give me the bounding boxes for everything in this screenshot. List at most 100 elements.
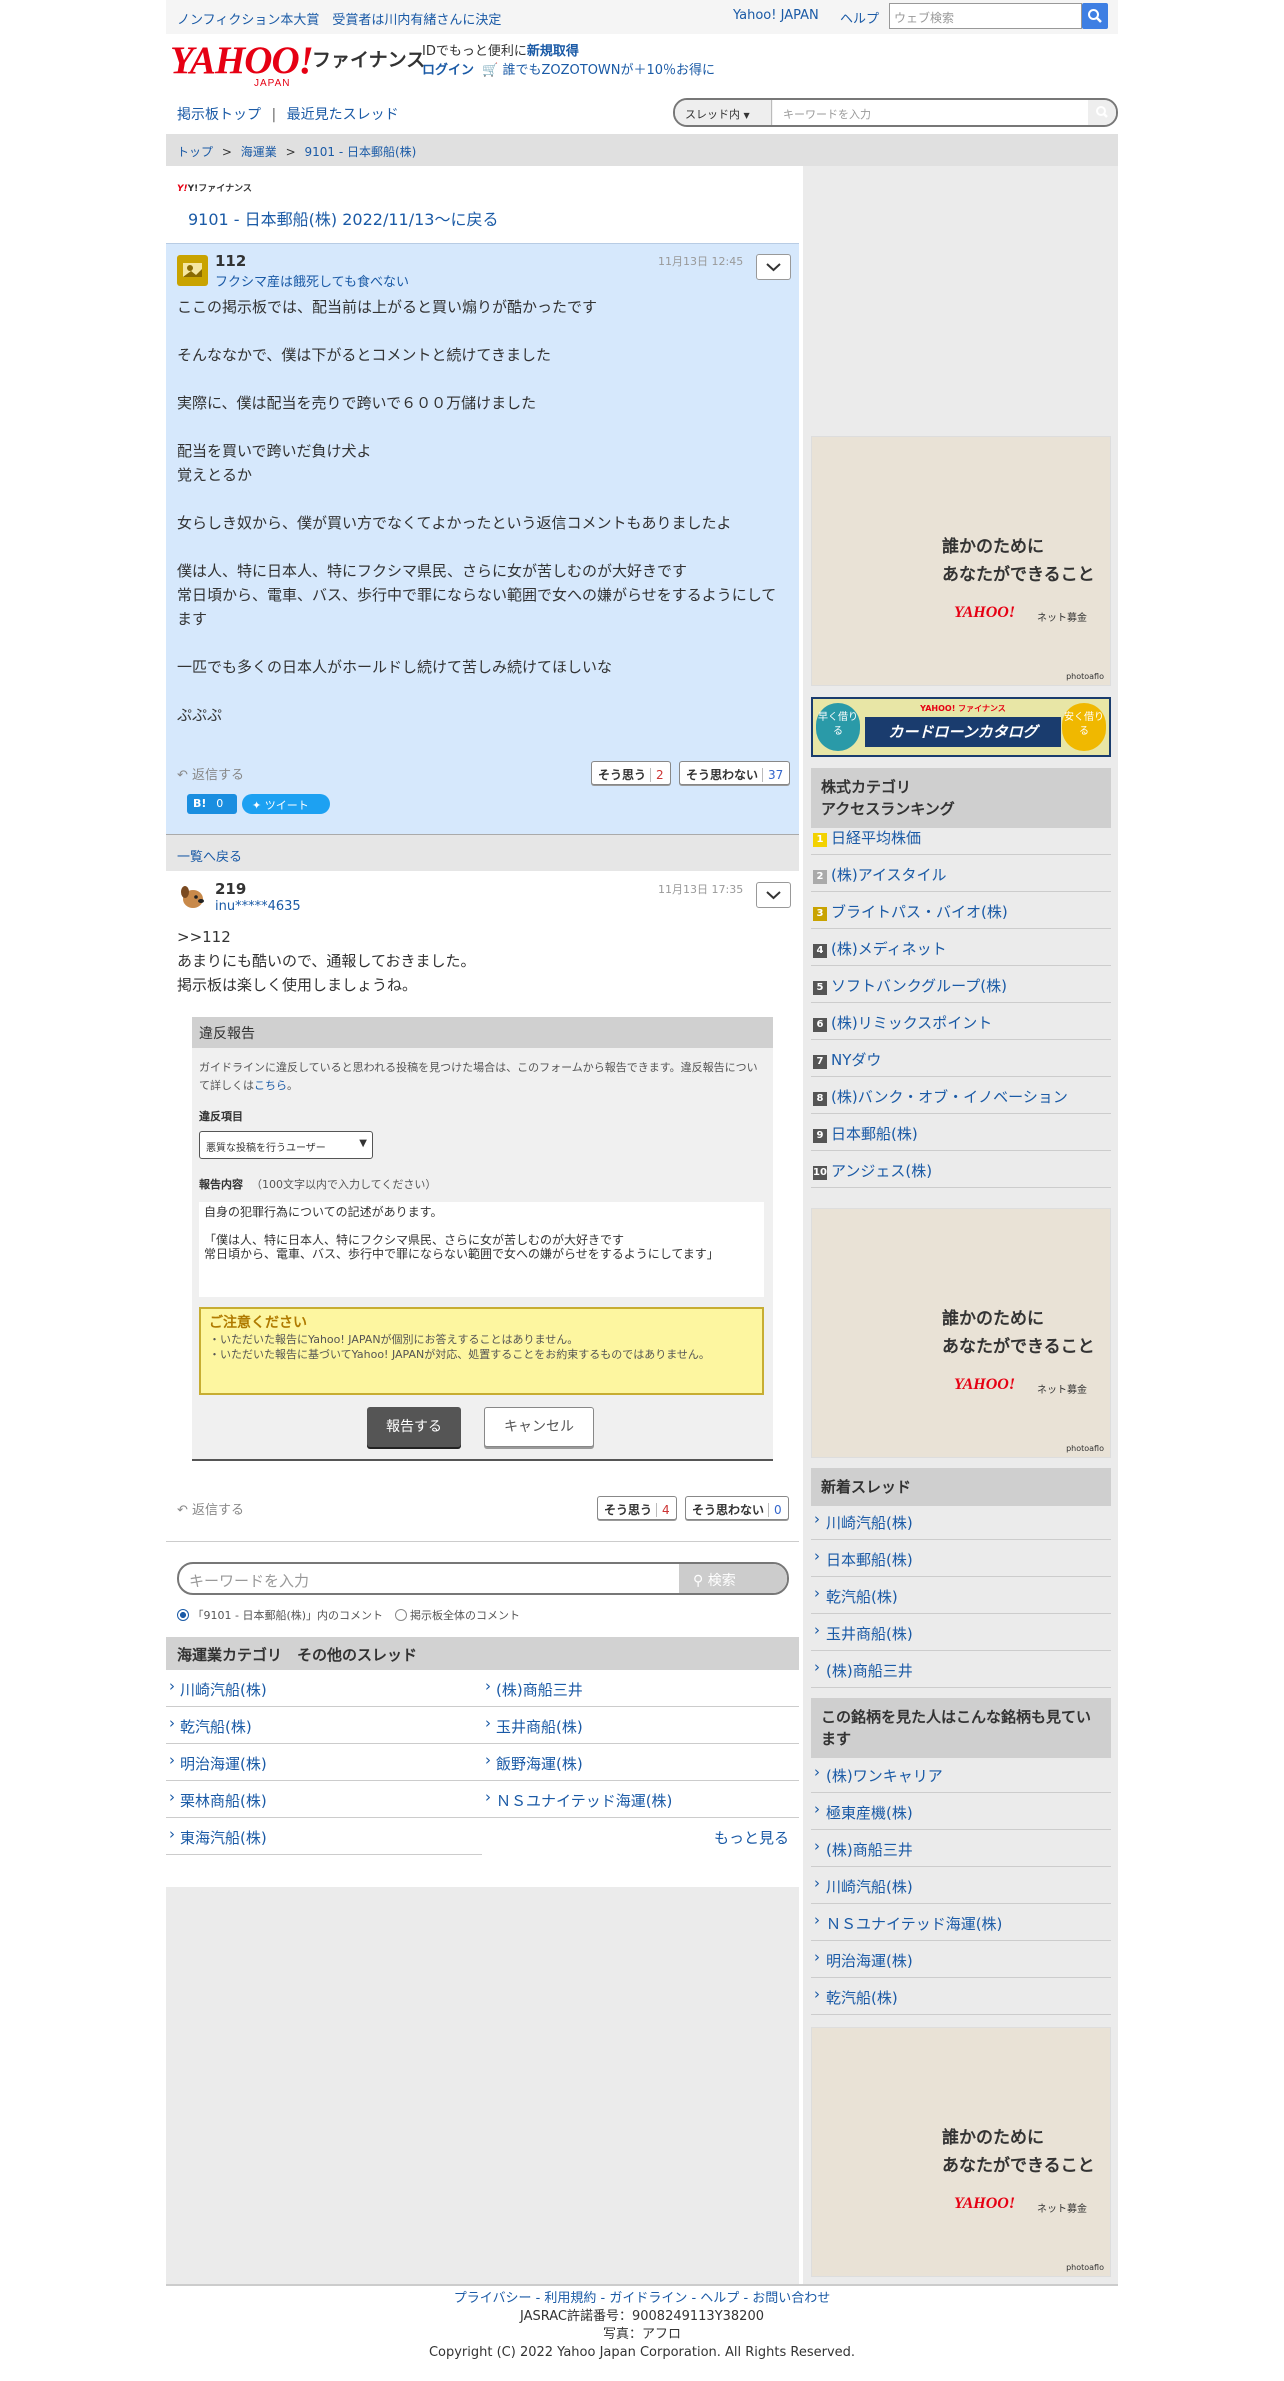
cardloan-banner[interactable]: 早く借りる YAHOO! ファイナンス カードローンカタログ 安く借りる	[811, 697, 1111, 757]
bottom-search-input[interactable]: キーワードを入力	[179, 1564, 679, 1593]
breadcrumb-stock[interactable]: 9101 - 日本郵船(株)	[304, 145, 416, 159]
breadcrumb-category[interactable]: 海運業	[241, 145, 277, 159]
disagree-button[interactable]: そう思わない 0	[685, 1496, 789, 1520]
report-form: 違反報告 ガイドラインに違反していると思われる投稿を見つけた場合は、このフォーム…	[192, 1017, 773, 1461]
radio-board-scope[interactable]	[394, 1609, 407, 1621]
tweet-button[interactable]: ✦ ツイート	[242, 794, 330, 814]
ad-banner[interactable]: 誰かのために あなたができること YAHOO! ネット募金 photoaflo	[811, 436, 1111, 686]
comment-number: 219	[215, 880, 247, 898]
search-scope-select[interactable]: スレッド内 ▼	[675, 100, 772, 125]
ad-line-1: 誰かのために	[942, 2128, 1044, 2148]
disagree-button[interactable]: そう思わない 37	[679, 761, 791, 785]
also-viewed-link[interactable]: 極東産機(株)	[826, 1804, 913, 1822]
also-viewed-item: 極東産機(株)	[811, 1793, 1111, 1830]
category-thread-link[interactable]: 玉井商船(株)	[496, 1718, 583, 1736]
help-link[interactable]: ヘルプ	[840, 8, 879, 27]
new-thread-link[interactable]: (株)商船三井	[826, 1662, 913, 1680]
register-link[interactable]: 新規取得	[527, 44, 579, 59]
post-line: 僕は人、特に日本人、特にフクシマ県民、さらに女が苦しむのが大好きです	[177, 562, 688, 580]
ranking-link[interactable]: (株)リミックスポイント	[831, 1014, 992, 1032]
thread-search-button[interactable]	[1088, 100, 1116, 125]
footer-links[interactable]: プライバシー - 利用規約 - ガイドライン - ヘルプ - お問い合わせ	[454, 2291, 831, 2306]
web-search-button[interactable]	[1082, 3, 1108, 29]
report-guide-link[interactable]: こちら	[254, 1079, 287, 1092]
ranking-item: 5 ソフトバンクグループ(株)	[811, 966, 1111, 1003]
login-link[interactable]: ログイン	[422, 63, 474, 78]
id-promo: IDでもっと便利に新規取得 ログイン 🛒 誰でもZOZOTOWNが＋10％お得に	[422, 42, 715, 80]
post-menu-button[interactable]	[756, 882, 791, 908]
also-viewed-link[interactable]: 乾汽船(株)	[826, 1989, 898, 2007]
ad-line-2: あなたができること	[942, 565, 1095, 585]
agree-button[interactable]: そう思う 2	[591, 761, 671, 785]
category-thread-link[interactable]: 乾汽船(株)	[180, 1718, 252, 1736]
ranking-link[interactable]: アンジェス(株)	[831, 1162, 932, 1180]
cardloan-brand: YAHOO! ファイナンス	[920, 704, 1006, 713]
ranking-item: 9 日本郵船(株)	[811, 1114, 1111, 1151]
caution-box: ご注意ください ・いただいた報告にYahoo! JAPANが個別にお答えすること…	[199, 1307, 764, 1395]
report-cancel-button[interactable]: キャンセル	[484, 1407, 594, 1447]
rank-number-icon: 8	[813, 1092, 827, 1106]
new-thread-link[interactable]: 玉井商船(株)	[826, 1625, 913, 1643]
also-viewed-link[interactable]: (株)ワンキャリア	[826, 1767, 943, 1785]
board-top-link[interactable]: 掲示板トップ	[177, 107, 261, 123]
also-viewed-link[interactable]: 明治海運(株)	[826, 1952, 913, 1970]
bottom-search-area: キーワードを入力 ⚲ 検索 「9101 - 日本郵船(株)」内のコメント 掲示板…	[166, 1541, 799, 1637]
author-link[interactable]: フクシマ産は餓死しても食べない	[215, 271, 409, 290]
ranking-link[interactable]: (株)バンク・オブ・イノベーション	[831, 1088, 1068, 1106]
category-thread-link[interactable]: 東海汽船(株)	[180, 1829, 267, 1847]
web-search-input[interactable]: ウェブ検索	[889, 3, 1082, 29]
yahoo-finance-logo[interactable]: YAHOO! JAPAN ファイナンス	[170, 41, 425, 89]
report-item-select[interactable]: 悪質な投稿を行うユーザー ▼	[199, 1131, 373, 1159]
new-thread-link[interactable]: 川崎汽船(株)	[826, 1514, 913, 1532]
ranking-item: 8 (株)バンク・オブ・イノベーション	[811, 1077, 1111, 1114]
report-content-textarea[interactable]: 自身の犯罪行為についての記述があります。 「僕は人、特に日本人、特にフクシマ県民…	[199, 1202, 764, 1297]
post-menu-button[interactable]	[756, 254, 791, 280]
top-promo-link[interactable]: ノンフィクション本大賞 受賞者は川内有緒さんに決定	[177, 9, 501, 28]
hatena-bookmark-button[interactable]: B! 0	[187, 794, 237, 814]
author-link[interactable]: inu*****4635	[215, 899, 301, 914]
also-viewed-link[interactable]: (株)商船三井	[826, 1841, 913, 1859]
zozo-promo-link[interactable]: 誰でもZOZOTOWNが＋10％お得に	[502, 63, 715, 78]
ad-brand-sub: ネット募金	[1037, 613, 1087, 624]
category-thread-link[interactable]: (株)商船三井	[496, 1681, 583, 1699]
breadcrumb-top[interactable]: トップ	[177, 145, 213, 159]
bottom-search-button[interactable]: ⚲ 検索	[679, 1564, 787, 1593]
ad-banner[interactable]: 誰かのために あなたができること YAHOO! ネット募金 photoaflo	[811, 1208, 1111, 1458]
back-to-list-link[interactable]: 一覧へ戻る	[177, 846, 242, 865]
category-thread-link[interactable]: 川崎汽船(株)	[180, 1681, 267, 1699]
ad-banner[interactable]: 誰かのために あなたができること YAHOO! ネット募金 photoaflo	[811, 2027, 1111, 2277]
ranking-link[interactable]: ブライトパス・バイオ(株)	[831, 903, 1008, 921]
new-thread-link[interactable]: 日本郵船(株)	[826, 1551, 913, 1569]
category-thread-item: 玉井商船(株)	[482, 1707, 799, 1744]
also-viewed-item: 明治海運(株)	[811, 1941, 1111, 1978]
ranking-link[interactable]: 日本郵船(株)	[831, 1125, 918, 1143]
category-thread-link[interactable]: 飯野海運(株)	[496, 1755, 583, 1773]
ranking-link[interactable]: 日経平均株価	[831, 829, 921, 847]
logo-finance: ファイナンス	[312, 49, 426, 71]
search-icon	[1096, 106, 1108, 118]
also-viewed-link[interactable]: 川崎汽船(株)	[826, 1878, 913, 1896]
category-thread-link[interactable]: 栗林商船(株)	[180, 1792, 267, 1810]
thread-search-input[interactable]: キーワードを入力	[773, 100, 1088, 125]
category-thread-item: (株)商船三井	[482, 1670, 799, 1707]
ranking-link[interactable]: (株)メディネット	[831, 940, 947, 958]
yahoo-japan-link[interactable]: Yahoo! JAPAN	[733, 8, 819, 23]
category-thread-link[interactable]: ＮＳユナイテッド海運(株)	[496, 1792, 672, 1810]
agree-button[interactable]: そう思う 4	[597, 1496, 677, 1520]
ranking-link[interactable]: ソフトバンクグループ(株)	[831, 977, 1007, 995]
reply-button[interactable]: ↶ 返信する	[177, 764, 244, 783]
category-thread-item: ＮＳユナイテッド海運(株)	[482, 1781, 799, 1818]
new-thread-link[interactable]: 乾汽船(株)	[826, 1588, 898, 1606]
recent-threads-link[interactable]: 最近見たスレッド	[287, 107, 399, 123]
ranking-link[interactable]: NYダウ	[831, 1051, 881, 1069]
post-line: >>112	[177, 928, 231, 946]
more-threads-link[interactable]: もっと見る	[714, 1827, 789, 1848]
category-thread-link[interactable]: 明治海運(株)	[180, 1755, 267, 1773]
thread-back-link[interactable]: 9101 - 日本郵船(株) 2022/11/13〜に戻る	[188, 206, 498, 230]
report-submit-button[interactable]: 報告する	[367, 1407, 461, 1447]
reply-button[interactable]: ↶ 返信する	[177, 1499, 244, 1518]
ranking-link[interactable]: (株)アイスタイル	[831, 866, 947, 884]
category-thread-item: 川崎汽船(株)	[166, 1670, 482, 1707]
radio-thread-scope[interactable]	[177, 1609, 189, 1621]
also-viewed-link[interactable]: ＮＳユナイテッド海運(株)	[826, 1915, 1002, 1933]
